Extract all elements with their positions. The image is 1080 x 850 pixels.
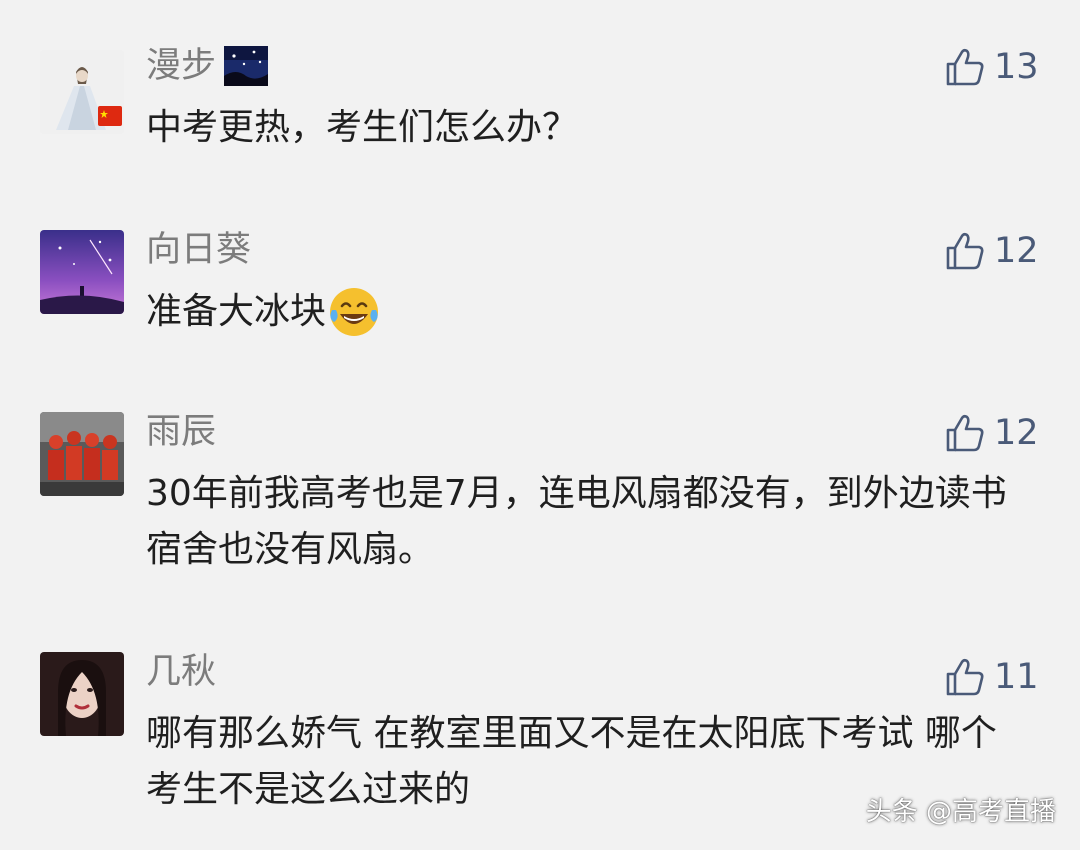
starry-night-badge-icon bbox=[224, 46, 269, 86]
like-count: 13 bbox=[994, 47, 1039, 87]
comment-text: 30年前我高考也是7月，连电风扇都没有，到外边读书宿舍也没有风扇。 bbox=[146, 473, 1007, 570]
watermark: 头条 @高考直播 bbox=[865, 797, 1056, 827]
comment-username[interactable]: 漫步 bbox=[146, 44, 269, 88]
comment-username[interactable]: 雨辰 bbox=[146, 410, 216, 454]
like-button[interactable]: 12 bbox=[944, 410, 1039, 456]
comment-text: 中考更热，考生们怎么办？ bbox=[146, 107, 579, 148]
thumbs-up-icon bbox=[946, 658, 984, 696]
china-flag-icon bbox=[98, 106, 122, 126]
avatar-purple-night-sky-icon bbox=[40, 230, 124, 314]
username-label[interactable]: 雨辰 bbox=[146, 410, 216, 454]
like-button[interactable]: 11 bbox=[944, 654, 1039, 700]
like-button[interactable]: 12 bbox=[944, 228, 1039, 274]
comment-text-content: 准备大冰块 bbox=[146, 291, 327, 332]
comment-username[interactable]: 向日葵 bbox=[146, 228, 251, 272]
user-avatar[interactable] bbox=[40, 652, 124, 736]
like-count: 12 bbox=[994, 413, 1039, 453]
comment-text: 准备大冰块 bbox=[146, 284, 1036, 340]
comment-username[interactable]: 几秋 bbox=[146, 650, 216, 694]
thumbs-up-icon bbox=[946, 48, 984, 86]
like-count: 11 bbox=[994, 657, 1039, 697]
username-label[interactable]: 几秋 bbox=[146, 650, 216, 694]
user-avatar[interactable] bbox=[40, 412, 124, 496]
laughing-tears-emoji-icon bbox=[330, 288, 379, 336]
thumbs-up-icon bbox=[946, 414, 984, 452]
username-label[interactable]: 漫步 bbox=[146, 44, 216, 88]
like-count: 12 bbox=[994, 231, 1039, 271]
thumbs-up-icon bbox=[946, 232, 984, 270]
avatar-red-group-icon bbox=[40, 412, 124, 496]
username-label[interactable]: 向日葵 bbox=[146, 228, 251, 272]
user-avatar[interactable] bbox=[40, 230, 124, 314]
avatar-woman-portrait-icon bbox=[40, 652, 124, 736]
like-button[interactable]: 13 bbox=[944, 44, 1039, 90]
